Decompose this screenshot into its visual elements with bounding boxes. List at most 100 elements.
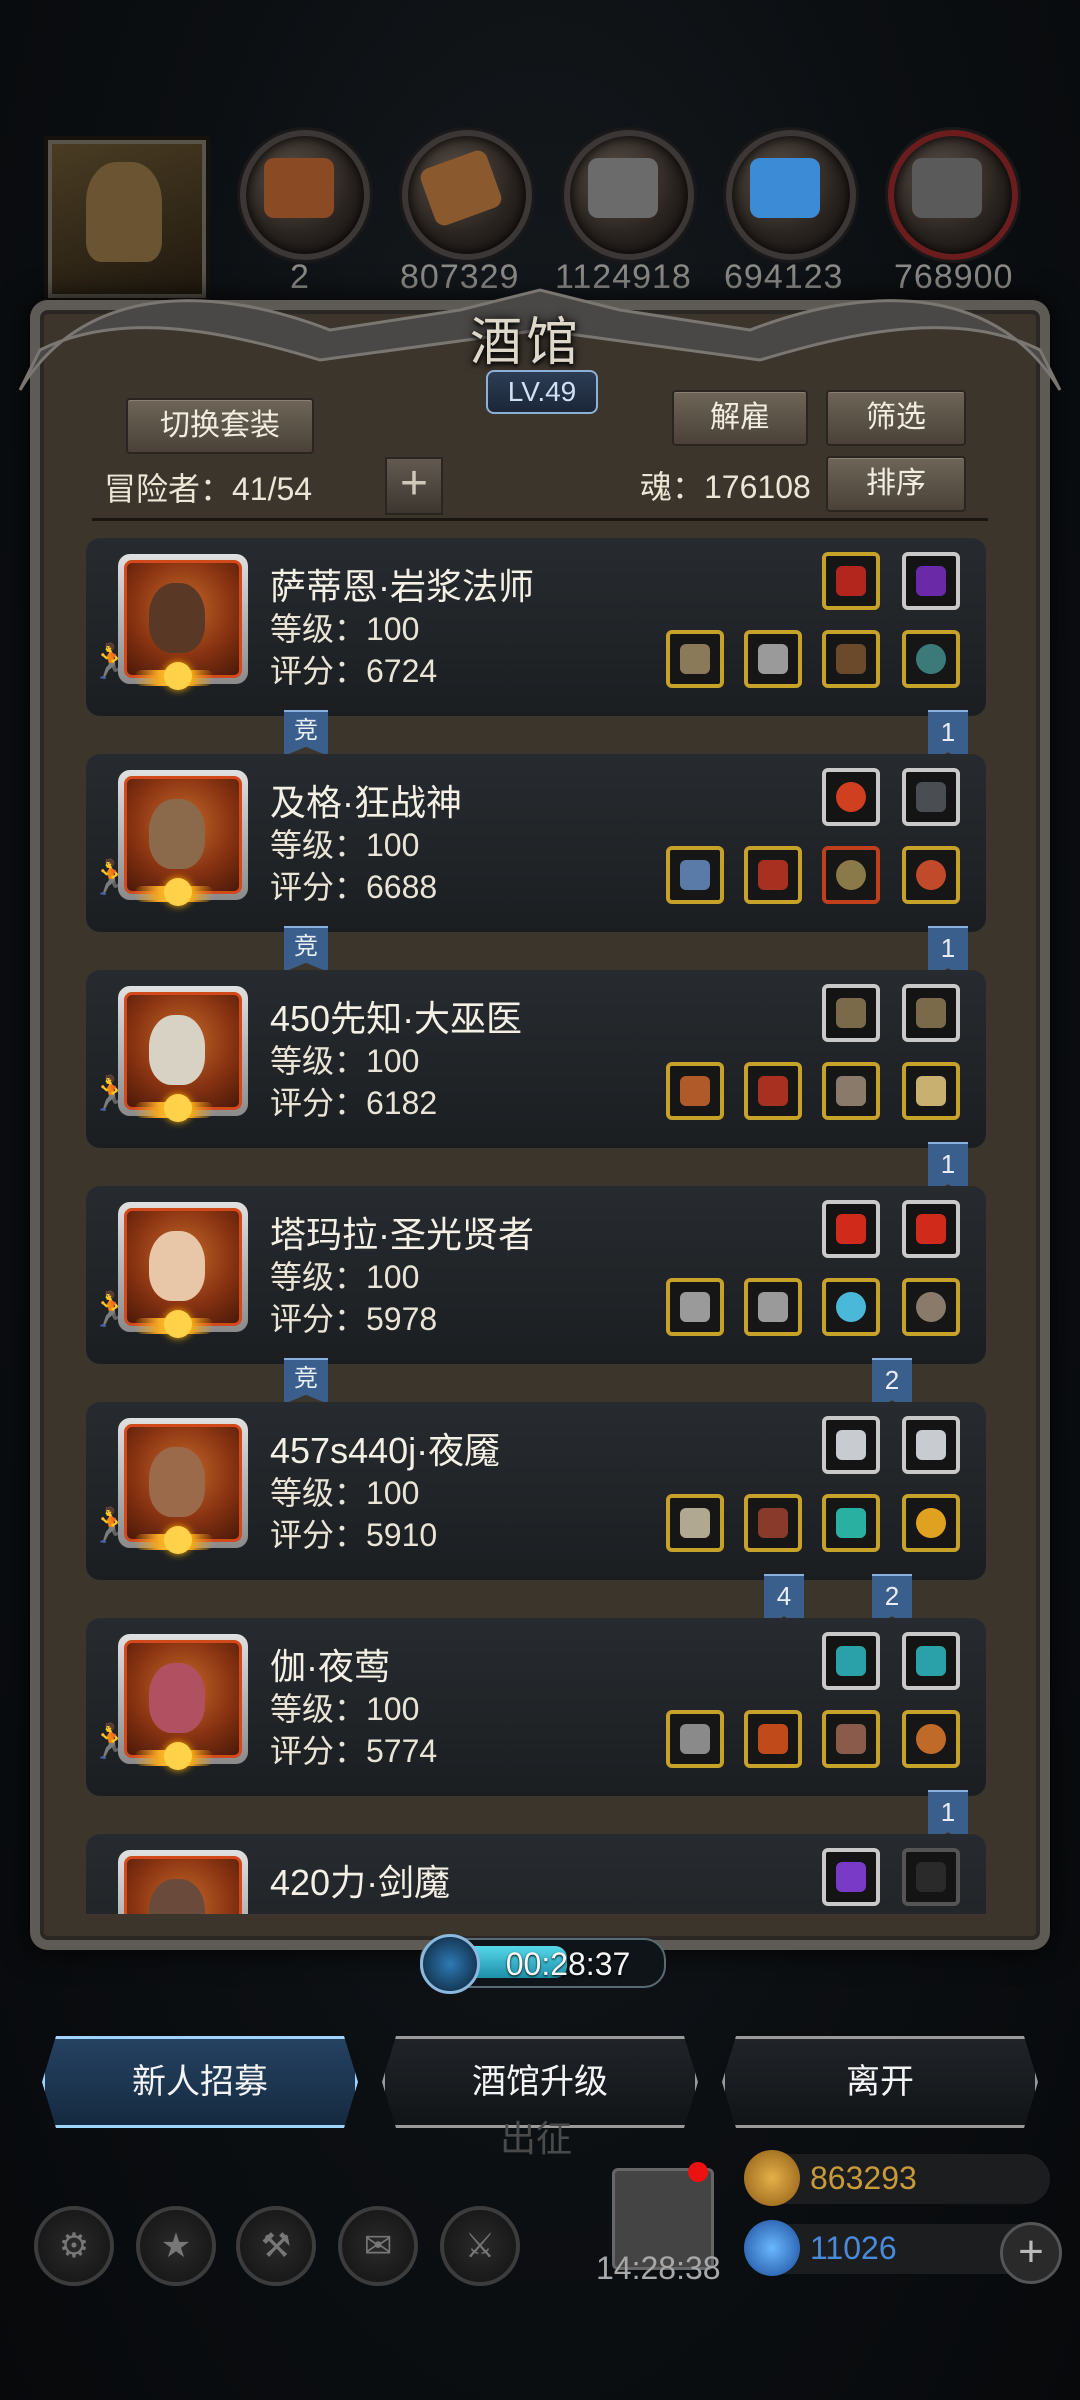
add-currency-button[interactable]: + bbox=[1000, 2222, 1062, 2284]
clock-icon bbox=[420, 1934, 480, 1994]
notification-dot bbox=[688, 2162, 708, 2182]
accessory-slot[interactable] bbox=[822, 1710, 880, 1768]
resource-1-icon[interactable] bbox=[240, 130, 370, 260]
hero-level: 等级：100 bbox=[270, 611, 420, 647]
accessory-slot[interactable] bbox=[822, 1278, 880, 1336]
filter-button[interactable]: 筛选 bbox=[826, 390, 966, 446]
ring-slot[interactable] bbox=[902, 1278, 960, 1336]
resource-4-icon[interactable] bbox=[726, 130, 856, 260]
hero-card[interactable]: 🏃 450先知·大巫医 等级：100 评分：6182 bbox=[86, 970, 986, 1148]
accessory-slot[interactable] bbox=[822, 630, 880, 688]
armor-slot[interactable] bbox=[744, 1494, 802, 1552]
hero-name: 萨蒂恩·岩浆法师 bbox=[270, 566, 534, 607]
gem-slot[interactable] bbox=[822, 1416, 880, 1474]
armor-slot[interactable] bbox=[744, 1278, 802, 1336]
hero-card[interactable]: 🏃 及格·狂战神 等级：100 评分：6688 bbox=[86, 754, 986, 932]
ring-slot[interactable] bbox=[902, 846, 960, 904]
page-title: 酒馆 bbox=[470, 313, 583, 373]
tavern-level-badge: LV.49 bbox=[486, 370, 598, 414]
arena-badge: 竞 bbox=[284, 1358, 328, 1404]
hero-level: 等级：100 bbox=[270, 1043, 420, 1079]
hero-name: 457s440j·夜魇 bbox=[270, 1430, 501, 1471]
gem-slot[interactable] bbox=[902, 768, 960, 826]
mask-slot[interactable] bbox=[822, 1062, 880, 1120]
resource-3-icon[interactable] bbox=[564, 130, 694, 260]
guild-icon[interactable]: ⚒ bbox=[236, 2206, 316, 2286]
hero-list[interactable]: 🏃 萨蒂恩·岩浆法师 等级：100 评分：6724 竞 1 🏃 及格·狂战神 等… bbox=[86, 538, 986, 1914]
header-divider bbox=[92, 518, 988, 521]
recruit-button[interactable]: 新人招募 bbox=[42, 2036, 358, 2128]
team-icon[interactable]: ⚔ bbox=[440, 2206, 520, 2286]
gem-icon bbox=[744, 2220, 800, 2276]
accessory-slot[interactable] bbox=[822, 1494, 880, 1552]
mail-icon[interactable]: ✉ bbox=[338, 2206, 418, 2286]
ring-slot[interactable] bbox=[902, 630, 960, 688]
wand-slot[interactable] bbox=[822, 984, 880, 1042]
adventurer-count: 冒险者：41/54 bbox=[104, 471, 313, 507]
hero-level: 等级：100 bbox=[270, 827, 420, 863]
hero-card[interactable]: 🏃 伽·夜莺 等级：100 评分：5774 bbox=[86, 1618, 986, 1796]
weapon-slot[interactable] bbox=[666, 846, 724, 904]
hero-score: 评分：6724 bbox=[270, 653, 438, 689]
gift-countdown: 14:28:38 bbox=[596, 2250, 721, 2286]
moon-icon bbox=[164, 878, 192, 906]
empty-slot[interactable] bbox=[902, 1848, 960, 1906]
weapon-slot[interactable] bbox=[666, 630, 724, 688]
hooded-figure-icon bbox=[86, 162, 162, 262]
hero-name: 伽·夜莺 bbox=[270, 1646, 390, 1687]
hero-name: 450先知·大巫医 bbox=[270, 998, 523, 1039]
switch-set-button[interactable]: 切换套装 bbox=[126, 398, 314, 454]
armor-slot[interactable] bbox=[744, 1062, 802, 1120]
hero-card[interactable]: 🏃 457s440j·夜魇 等级：100 评分：5910 bbox=[86, 1402, 986, 1580]
hero-score: 评分：6688 bbox=[270, 869, 438, 905]
resource-5-icon[interactable] bbox=[888, 130, 1018, 260]
armor-slot[interactable] bbox=[744, 1710, 802, 1768]
arena-badge: 竞 bbox=[284, 710, 328, 756]
hero-card[interactable]: 🏃 萨蒂恩·岩浆法师 等级：100 评分：6724 bbox=[86, 538, 986, 716]
gold-coin-icon bbox=[744, 2150, 800, 2206]
weapon-slot[interactable] bbox=[666, 1494, 724, 1552]
settings-icon[interactable]: ⚙ bbox=[34, 2206, 114, 2286]
moon-icon bbox=[164, 1742, 192, 1770]
hero-score: 评分：6182 bbox=[270, 1085, 438, 1121]
scroll-slot[interactable] bbox=[902, 1062, 960, 1120]
hero-card[interactable]: 420力·剑魔 bbox=[86, 1834, 986, 1914]
accessory-slot[interactable] bbox=[822, 846, 880, 904]
arena-badge: 竞 bbox=[284, 926, 328, 972]
leave-button[interactable]: 离开 bbox=[722, 2036, 1038, 2128]
gem-slot[interactable] bbox=[822, 1632, 880, 1690]
gem-amount: 11026 bbox=[810, 2230, 897, 2266]
sort-button[interactable]: 排序 bbox=[826, 456, 966, 512]
weapon-slot[interactable] bbox=[666, 1710, 724, 1768]
add-slot-button[interactable]: + bbox=[385, 457, 443, 515]
hero-score: 评分：5910 bbox=[270, 1517, 438, 1553]
ring-slot[interactable] bbox=[902, 1710, 960, 1768]
artifact-slot[interactable] bbox=[822, 552, 880, 610]
weapon-slot[interactable] bbox=[666, 1278, 724, 1336]
ring-slot[interactable] bbox=[902, 1494, 960, 1552]
armor-slot[interactable] bbox=[744, 846, 802, 904]
wand-slot[interactable] bbox=[902, 984, 960, 1042]
gem-slot[interactable] bbox=[902, 1416, 960, 1474]
resource-2-icon[interactable] bbox=[402, 130, 532, 260]
moon-icon bbox=[164, 1094, 192, 1122]
hero-name: 塔玛拉·圣光贤者 bbox=[270, 1214, 534, 1255]
dismiss-button[interactable]: 解雇 bbox=[672, 390, 808, 446]
moon-icon bbox=[164, 1526, 192, 1554]
gem-slot[interactable] bbox=[822, 768, 880, 826]
gem-slot[interactable] bbox=[902, 1632, 960, 1690]
weapon-slot[interactable] bbox=[666, 1062, 724, 1120]
star-icon[interactable]: ★ bbox=[136, 2206, 216, 2286]
moon-icon bbox=[164, 662, 192, 690]
hero-level: 等级：100 bbox=[270, 1691, 420, 1727]
hero-portrait[interactable] bbox=[118, 1850, 248, 1914]
trinket-slot[interactable] bbox=[902, 552, 960, 610]
hero-score: 评分：5774 bbox=[270, 1733, 438, 1769]
hero-level: 等级：100 bbox=[270, 1475, 420, 1511]
hero-card[interactable]: 🏃 塔玛拉·圣光贤者 等级：100 评分：5978 bbox=[86, 1186, 986, 1364]
gem-slot[interactable] bbox=[822, 1200, 880, 1258]
armor-slot[interactable] bbox=[744, 630, 802, 688]
gem-slot[interactable] bbox=[902, 1200, 960, 1258]
sword-slot[interactable] bbox=[822, 1848, 880, 1906]
hero-score: 评分：5978 bbox=[270, 1301, 438, 1337]
